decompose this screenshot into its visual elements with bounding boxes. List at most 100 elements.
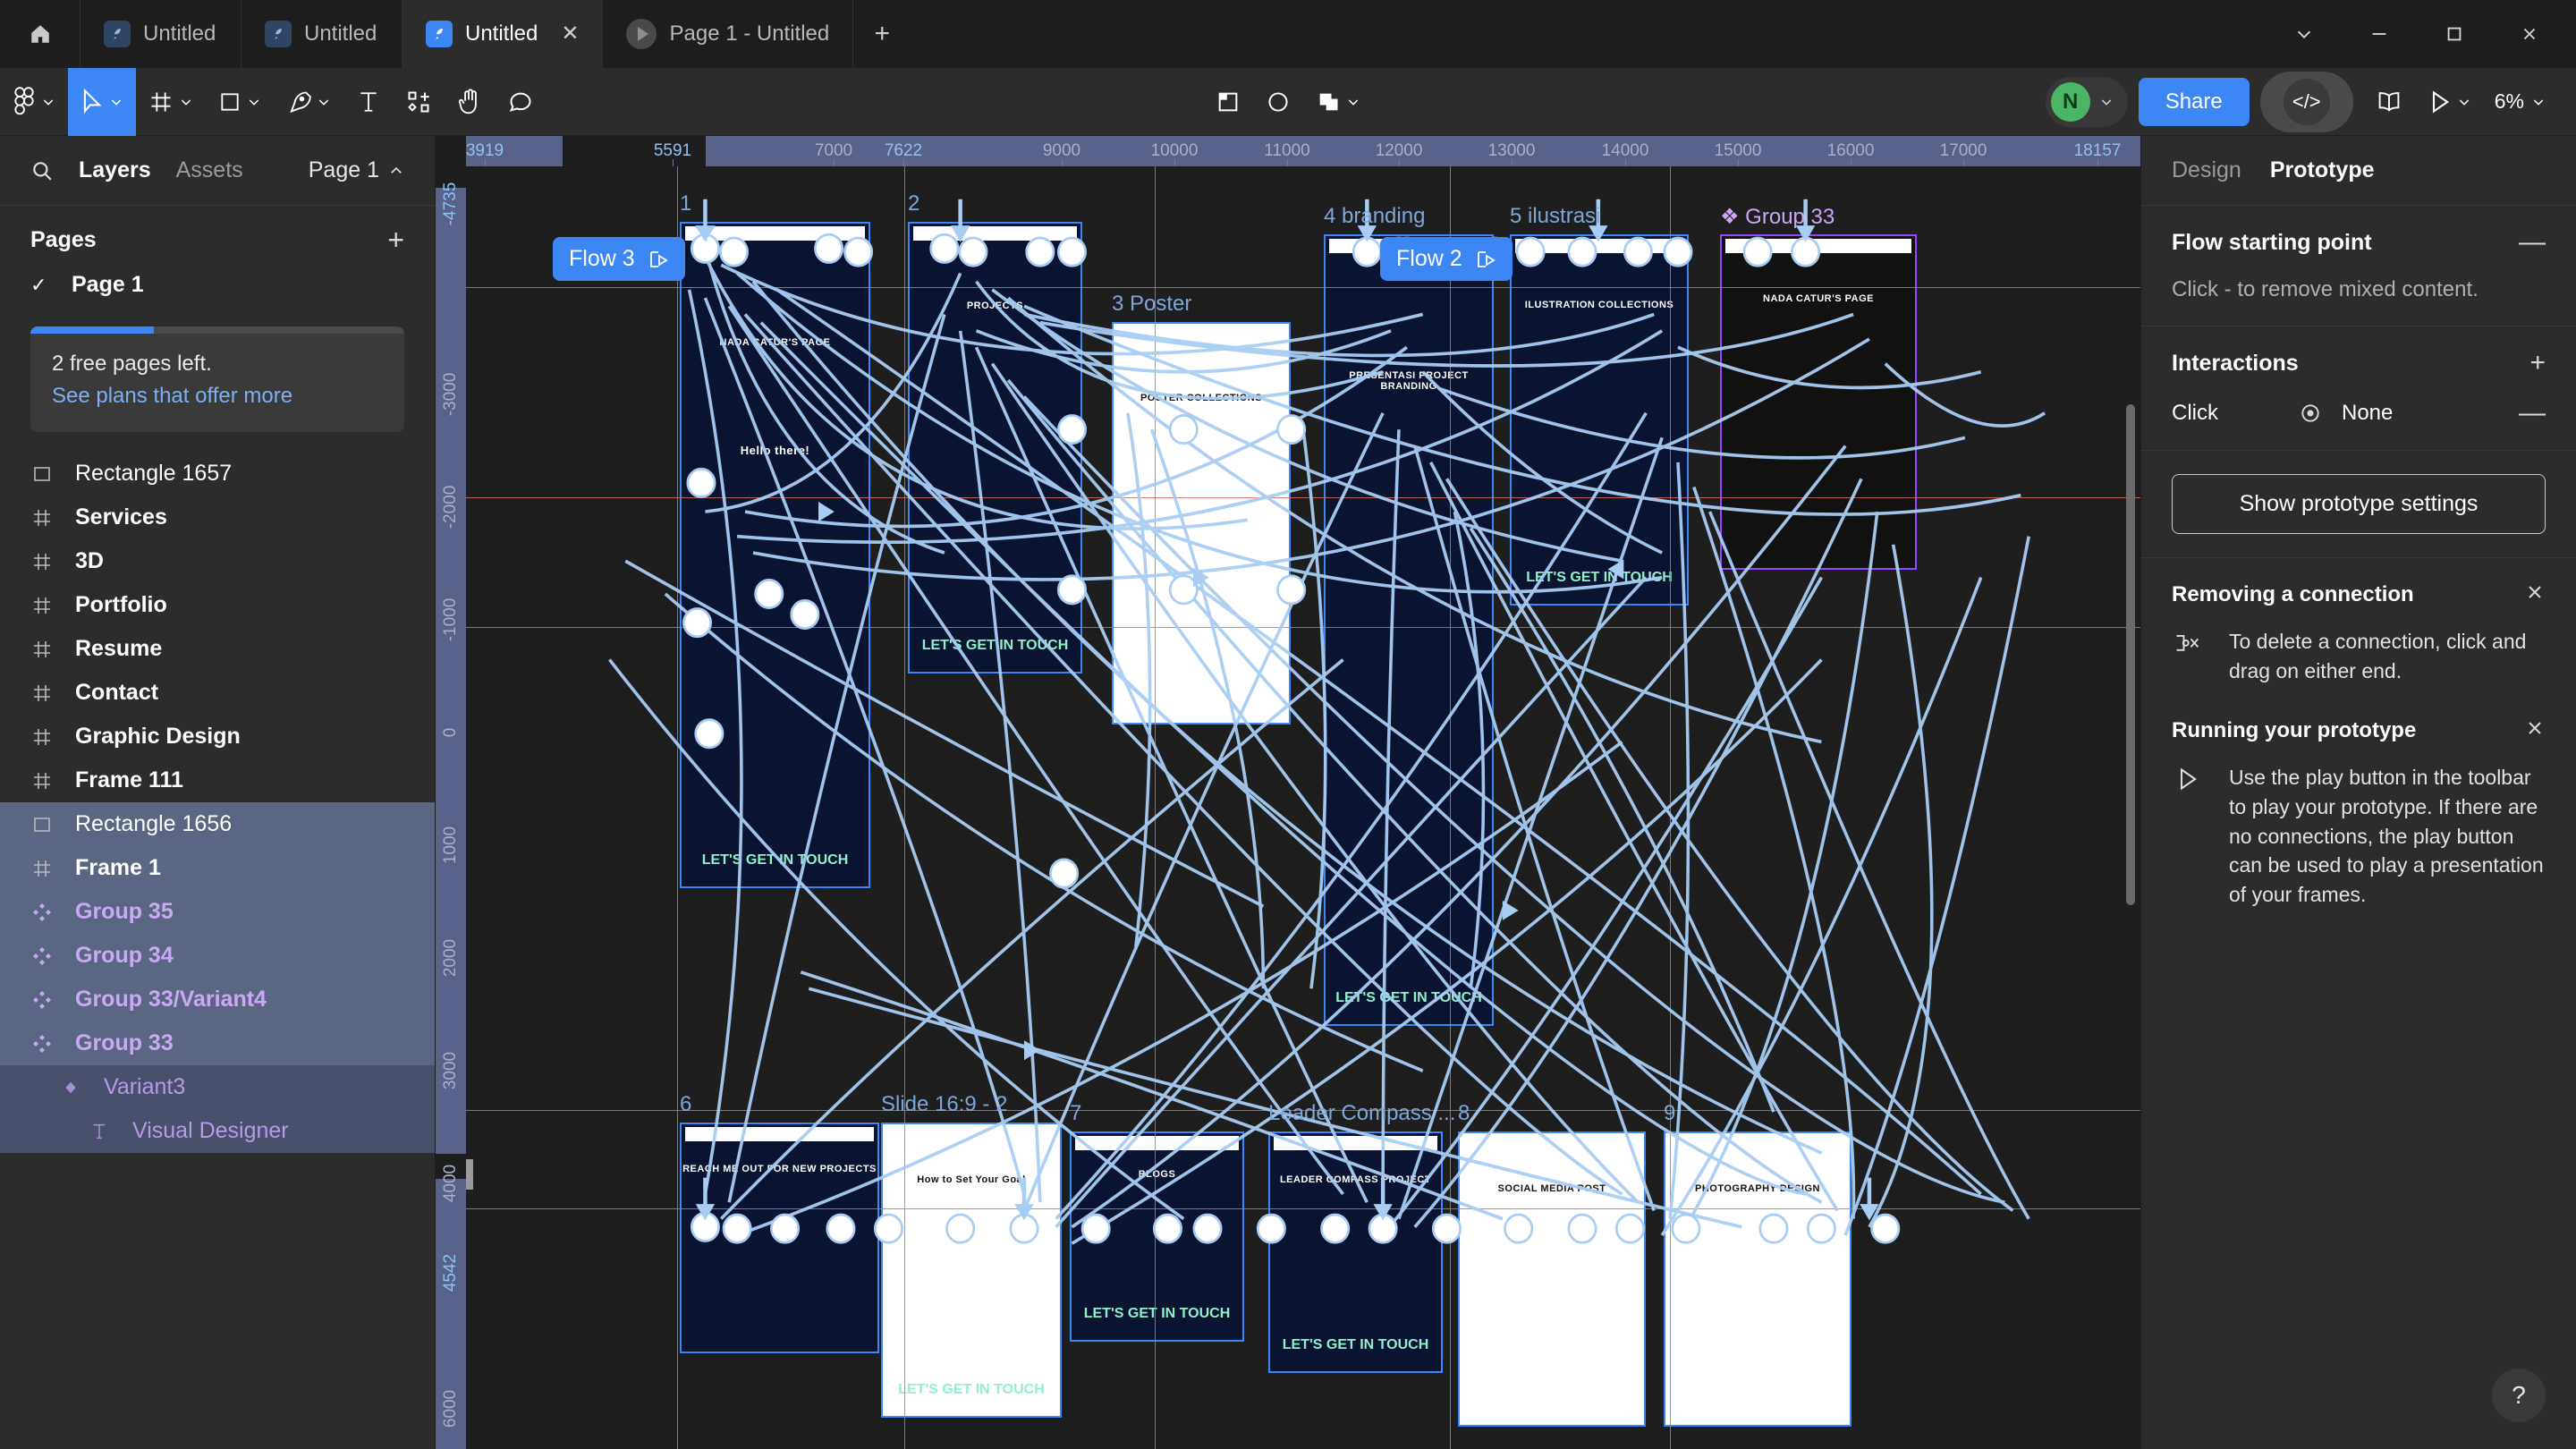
frame-subtitle: Hello there! (740, 444, 810, 457)
frame-label[interactable]: 4 branding (1324, 204, 1425, 229)
play-icon (626, 19, 657, 49)
close-icon[interactable] (2524, 581, 2546, 607)
shape-tool-button[interactable] (206, 68, 274, 136)
tab-prototype[interactable]: Prototype (2270, 157, 2375, 183)
present-button[interactable] (2425, 77, 2475, 127)
canvas-frame[interactable]: POSTER COLLECTIONS (1112, 322, 1291, 724)
frame-label[interactable]: 7 (1070, 1101, 1081, 1126)
canvas-area[interactable]: 3919 5591 7000 7622 9000 10000 11000 12000 13000… (436, 136, 2140, 1449)
canvas-frame[interactable]: NADA CATUR'S PAGE (1720, 234, 1917, 570)
flow-start-badge[interactable]: Flow 2 (1380, 237, 1513, 281)
tab-untitled-2[interactable]: Untitled (242, 0, 402, 68)
layer-row[interactable]: Group 33 (0, 1021, 435, 1065)
contrast-button[interactable] (1253, 68, 1303, 136)
figma-menu-button[interactable] (0, 68, 68, 136)
maximize-icon[interactable] (2417, 0, 2492, 68)
layer-row[interactable]: Contact (0, 671, 435, 715)
remove-interaction-button[interactable]: — (2519, 400, 2546, 427)
canvas-scrollbar-vertical[interactable] (2126, 404, 2135, 905)
layer-row[interactable]: Frame 111 (0, 758, 435, 802)
book-button[interactable] (2364, 77, 2414, 127)
resources-button[interactable] (394, 68, 444, 136)
frame-label[interactable]: Slide 16:9 - 2 (881, 1092, 1007, 1117)
close-icon[interactable] (2524, 717, 2546, 743)
tab-design[interactable]: Design (2172, 157, 2241, 183)
boolean-button[interactable] (1303, 68, 1373, 136)
layer-row[interactable]: Frame 1 (0, 846, 435, 890)
layer-row[interactable]: Rectangle 1656 (0, 802, 435, 846)
new-tab-button[interactable]: + (853, 0, 911, 68)
frame-label[interactable]: 9 (1664, 1101, 1675, 1126)
help-button[interactable]: ? (2492, 1368, 2546, 1422)
layer-row[interactable]: Rectangle 1657 (0, 452, 435, 496)
frame-label[interactable]: 1 (680, 191, 691, 216)
canvas-frame[interactable]: How to Set Your Goal LET'S GET IN TOUCH (881, 1123, 1062, 1418)
pen-tool-button[interactable] (274, 68, 343, 136)
tab-untitled-3-active[interactable]: Untitled ✕ (402, 0, 604, 68)
move-tool-button[interactable] (68, 67, 136, 136)
frame-title: PHOTOGRAPHY DESIGN (1694, 1183, 1820, 1194)
window-chevron-down-icon[interactable] (2267, 0, 2342, 68)
canvas-frame[interactable]: SOCIAL MEDIA POST (1458, 1131, 1646, 1427)
layer-row[interactable]: Group 35 (0, 890, 435, 934)
vertical-ruler[interactable]: -4735 -3000 -2000 -1000 0 1000 2000 3000 4000 454… (436, 166, 466, 1449)
tab-page-preview[interactable]: Page 1 - Untitled (603, 0, 854, 68)
canvas-frame[interactable]: NADA CATUR'S PAGE Hello there! LET'S GET I… (680, 222, 870, 888)
layer-row[interactable]: Services (0, 496, 435, 539)
promo-link[interactable]: See plans that offer more (52, 384, 383, 409)
canvas-frame[interactable]: ILUSTRATION COLLECTIONS LET'S GET IN TOUC… (1510, 234, 1689, 606)
frame-label[interactable]: Leader Compass ... (1268, 1101, 1455, 1126)
layer-row[interactable]: Visual Designer (0, 1109, 435, 1153)
horizontal-ruler[interactable]: 3919 5591 7000 7622 9000 10000 11000 12000 13000… (436, 136, 2140, 166)
frame-tool-button[interactable] (136, 68, 206, 136)
add-interaction-button[interactable]: + (2529, 350, 2546, 377)
layer-row[interactable]: 3D (0, 539, 435, 583)
add-page-button[interactable]: + (387, 225, 404, 254)
frame-label[interactable]: 2 (908, 191, 919, 216)
selection-handle-left[interactable] (466, 1159, 473, 1190)
comment-button[interactable] (496, 68, 546, 136)
page-item-page1[interactable]: ✓ Page 1 (0, 263, 435, 307)
flow-start-badge[interactable]: Flow 3 (553, 237, 685, 281)
text-tool-button[interactable] (343, 68, 394, 136)
toolbar-center-group (1203, 68, 1373, 136)
interaction-row[interactable]: Click None — (2172, 400, 2546, 427)
layer-row[interactable]: Variant3 (0, 1065, 435, 1109)
canvas-frame[interactable]: LEADER COMPASS PROJECT LET'S GET IN TOUCH (1268, 1131, 1443, 1373)
zoom-menu[interactable]: 6% (2486, 89, 2555, 114)
tab-layers[interactable]: Layers (79, 157, 151, 183)
layer-row[interactable]: Portfolio (0, 583, 435, 627)
layout-grid-button[interactable] (1203, 68, 1253, 136)
frame-label[interactable]: ❖ Group 33 (1720, 204, 1835, 230)
frame-label[interactable]: 5 ilustrasi (1510, 204, 1600, 229)
avatar-menu[interactable]: N (2045, 76, 2128, 127)
tab-assets[interactable]: Assets (176, 157, 243, 183)
hand-tool-button[interactable] (444, 68, 496, 136)
minimize-icon[interactable] (2342, 0, 2417, 68)
canvas-frame[interactable]: REACH ME OUT FOR NEW PROJECTS (680, 1123, 879, 1353)
canvas-frame[interactable]: PHOTOGRAPHY DESIGN (1664, 1131, 1852, 1427)
layer-row[interactable]: Graphic Design (0, 715, 435, 758)
search-icon[interactable] (30, 159, 54, 182)
close-icon[interactable] (2492, 0, 2567, 68)
page-selector[interactable]: Page 1 (309, 157, 404, 183)
canvas-viewport[interactable]: NADA CATUR'S PAGE Hello there! LET'S GET I… (466, 166, 2140, 1449)
layer-row[interactable]: Group 33/Variant4 (0, 978, 435, 1021)
tab-untitled-1[interactable]: Untitled (80, 0, 242, 68)
frame-label[interactable]: 6 (680, 1092, 691, 1117)
close-icon[interactable]: ✕ (561, 23, 579, 45)
canvas-frame[interactable]: BLOGS LET'S GET IN TOUCH (1070, 1131, 1244, 1342)
share-button[interactable]: Share (2138, 77, 2250, 126)
canvas-frame[interactable]: PROJECTS LET'S GET IN TOUCH (908, 222, 1082, 674)
canvas-frame[interactable]: PRESENTASI PROJECT BRANDING LET'S GET IN … (1324, 234, 1494, 1026)
home-button[interactable] (0, 0, 80, 68)
figma-file-icon (426, 21, 453, 47)
flow-remove-button[interactable]: — (2519, 229, 2546, 256)
frame-label[interactable]: 3 Poster (1112, 292, 1191, 317)
frame-icon (30, 506, 54, 530)
show-prototype-settings-button[interactable]: Show prototype settings (2172, 474, 2546, 534)
dev-mode-toggle[interactable]: </> (2259, 71, 2353, 132)
layer-row[interactable]: Resume (0, 627, 435, 671)
layer-row[interactable]: Group 34 (0, 934, 435, 978)
frame-label[interactable]: 8 (1458, 1101, 1470, 1126)
